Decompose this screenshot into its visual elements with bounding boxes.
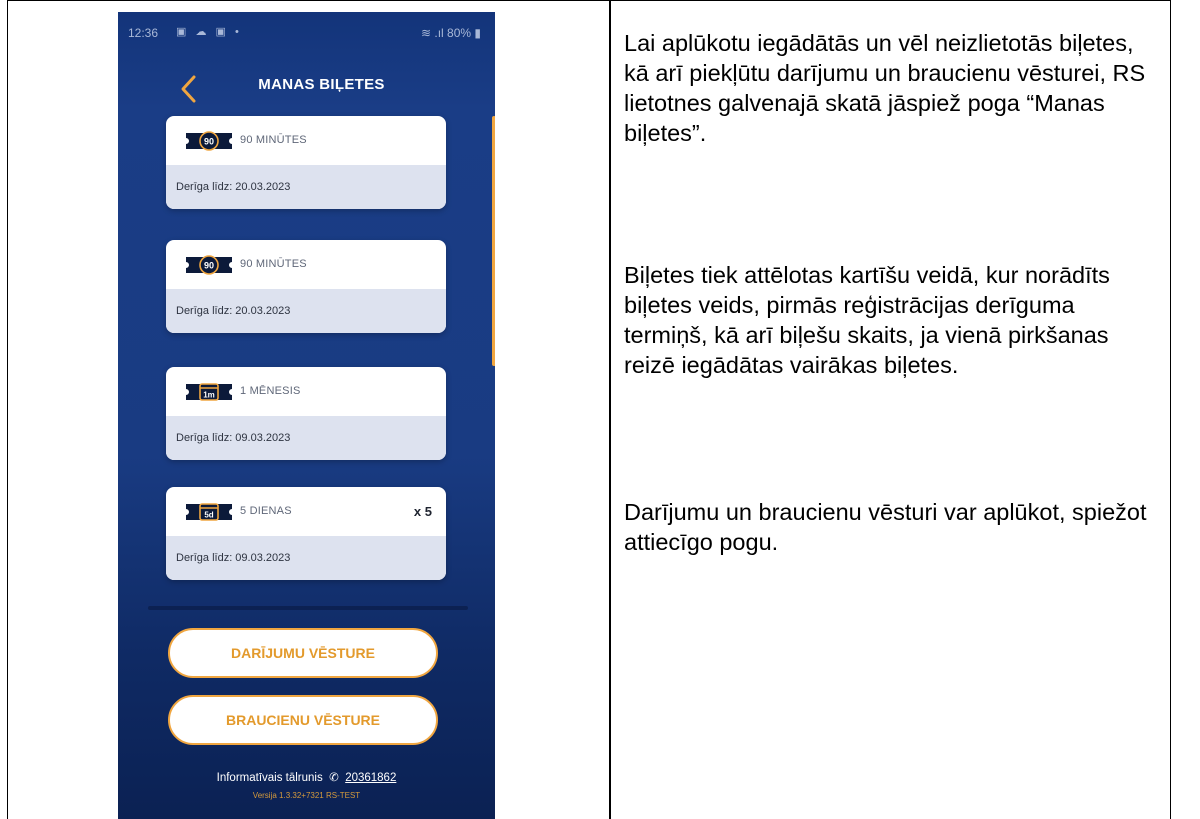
description-paragraph-2: Biļetes tiek attēlotas kartīšu veidā, ku… [624,262,1110,378]
ticket-calendar-month-icon: 1m [186,383,232,401]
ticket-card-footer: Derīga līdz: 09.03.2023 [166,536,446,580]
app-version: Versija 1.3.32+7321 RS-TEST [252,791,361,800]
page-title: MANAS BIĻETES [118,76,495,93]
ticket-card[interactable]: 90 90 MINŪTES Derīga līdz: 20.03.2023 [166,116,446,209]
transaction-history-label: DARĪJUMU VĒSTURE [231,645,375,661]
ticket-valid-until: Derīga līdz: 09.03.2023 [176,432,291,444]
trip-history-label: BRAUCIENU VĒSTURE [225,712,380,728]
ticket-valid-until: Derīga līdz: 09.03.2023 [176,552,291,564]
info-phone-number[interactable]: 20361862 [345,772,396,784]
ticket-card-header: 90 90 MINŪTES [166,116,446,165]
phone-icon: ✆ [325,772,342,784]
ticket-valid-until: Derīga līdz: 20.03.2023 [176,305,291,317]
ticket-card[interactable]: 90 90 MINŪTES Derīga līdz: 20.03.2023 [166,240,446,333]
ticket-valid-until: Derīga līdz: 20.03.2023 [176,181,291,193]
status-time: 12:36 [128,26,159,40]
phone-screenshot: 12:36 ▣ ☁ ▣ • ≋ .ıl 80% ▮ MANAS BIĻETES … [118,12,495,819]
ticket-card-header: 90 90 MINŪTES [166,240,446,289]
ticket-card-footer: Derīga līdz: 20.03.2023 [166,289,446,333]
svg-text:90: 90 [204,137,214,147]
ticket-90-minutes-icon: 90 [186,255,232,275]
ticket-card-footer: Derīga līdz: 20.03.2023 [166,165,446,209]
ticket-count: x 5 [413,504,432,519]
ticket-90-minutes-icon: 90 [186,131,232,151]
ticket-type: 1 MĒNESIS [240,385,301,397]
wifi-signal-icon: ≋ .ıl [420,26,448,40]
info-phone-label: Informatīvais tālrunis [216,772,323,784]
svg-text:1m: 1m [203,391,215,400]
battery-indicator: ≋ .ıl 80% ▮ [421,26,481,40]
trip-history-button[interactable]: BRAUCIENU VĒSTURE [168,695,438,745]
svg-text:5d: 5d [204,511,213,520]
ticket-type: 90 MINŪTES [240,258,307,270]
ticket-card[interactable]: 1m 1 MĒNESIS Derīga līdz: 09.03.2023 [166,367,446,460]
transaction-history-button[interactable]: DARĪJUMU VĒSTURE [168,628,438,678]
ticket-card-header: 1m 1 MĒNESIS [166,367,446,416]
battery-icon: ▮ [471,26,481,40]
info-phone-line: Informatīvais tālrunis ✆ 20361862 [118,770,495,784]
scrollbar[interactable] [492,116,495,366]
ticket-card-header: 5d 5 DIENAS x 5 [166,487,446,536]
notification-icons: ▣ ☁ ▣ • [176,26,242,38]
ticket-card-footer: Derīga līdz: 09.03.2023 [166,416,446,460]
description-paragraph-3: Darījumu un braucienu vēsturi var aplūko… [624,499,1147,555]
battery-level: 80% [447,26,472,40]
list-edge-shadow [148,606,468,610]
page-title-text: MANAS BIĻETES [258,76,385,93]
table-column-divider [609,0,611,819]
ticket-calendar-days-icon: 5d [186,503,232,521]
svg-text:90: 90 [204,261,214,271]
ticket-type: 90 MINŪTES [240,134,307,146]
description-paragraph-1: Lai aplūkotu iegādātās un vēl neizlietot… [624,30,1146,146]
status-bar: 12:36 ▣ ☁ ▣ • ≋ .ıl 80% ▮ [118,12,495,50]
ticket-type: 5 DIENAS [240,505,292,517]
ticket-card[interactable]: 5d 5 DIENAS x 5 Derīga līdz: 09.03.2023 [166,487,446,580]
